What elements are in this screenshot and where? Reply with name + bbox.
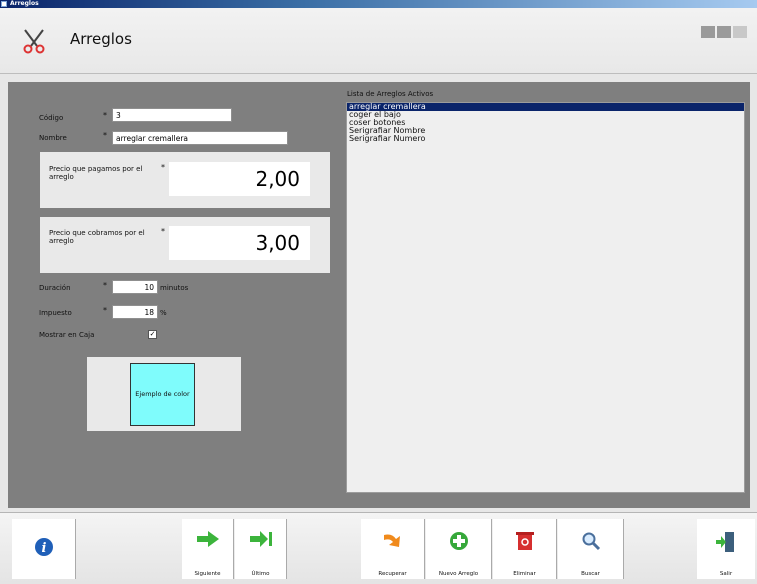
- header: Arreglos: [0, 8, 757, 74]
- duracion-label: Duración: [39, 284, 71, 292]
- info-icon: i: [34, 538, 53, 556]
- impuesto-unit: %: [160, 309, 167, 317]
- window-controls: [699, 26, 747, 40]
- arrow-last-icon: [249, 531, 272, 547]
- siguiente-button[interactable]: Siguiente: [182, 519, 234, 579]
- duracion-field[interactable]: 10: [112, 280, 158, 294]
- maximize-icon[interactable]: [717, 26, 731, 38]
- precio-cobramos-required-mark: *: [161, 227, 165, 236]
- minimize-icon[interactable]: [701, 26, 715, 38]
- precio-pagamos-required-mark: *: [161, 163, 165, 172]
- list-item[interactable]: arreglar cremallera: [347, 103, 744, 111]
- arreglos-list[interactable]: arreglar cremallera coger el bajo coser …: [346, 102, 745, 493]
- codigo-field[interactable]: 3: [112, 108, 232, 122]
- app-icon: [1, 1, 7, 7]
- scissors-icon: [23, 29, 45, 54]
- nuevo-arreglo-label: Nuevo Arreglo: [438, 571, 479, 577]
- list-item[interactable]: Serigrafiar Numero: [347, 135, 744, 143]
- trash-icon: [515, 532, 534, 550]
- salir-label: Salir: [719, 571, 733, 577]
- arrow-right-icon: [196, 531, 219, 547]
- precio-pagamos-label: Precio que pagamos por el arreglo: [49, 165, 143, 181]
- salir-button[interactable]: Salir: [697, 519, 755, 579]
- precio-pagamos-field[interactable]: 2,00: [169, 162, 310, 196]
- info-button[interactable]: i: [12, 519, 76, 579]
- page-title: Arreglos: [70, 30, 132, 48]
- ultimo-button[interactable]: Último: [235, 519, 287, 579]
- impuesto-required-mark: *: [103, 306, 107, 315]
- recuperar-button[interactable]: Recuperar: [361, 519, 425, 579]
- bottom-toolbar: i Siguiente Último Recuperar Nuevo Arreg…: [0, 512, 757, 584]
- nombre-required-mark: *: [103, 131, 107, 140]
- impuesto-field[interactable]: 18: [112, 305, 158, 319]
- nombre-label: Nombre: [39, 134, 67, 142]
- duracion-unit: minutos: [160, 284, 189, 292]
- siguiente-label: Siguiente: [194, 571, 221, 577]
- add-icon: [449, 532, 468, 550]
- impuesto-label: Impuesto: [39, 309, 72, 317]
- recover-arrow-icon: [383, 534, 400, 547]
- ultimo-label: Último: [251, 571, 270, 577]
- exit-door-icon: [716, 532, 734, 552]
- list-title: Lista de Arreglos Activos: [347, 90, 434, 98]
- window-title: Arreglos: [10, 0, 39, 7]
- buscar-label: Buscar: [581, 571, 600, 577]
- mostrar-caja-label: Mostrar en Caja: [39, 331, 95, 339]
- precio-cobramos-label: Precio que cobramos por el arreglo: [49, 229, 145, 245]
- buscar-button[interactable]: Buscar: [558, 519, 624, 579]
- list-item[interactable]: coger el bajo: [347, 111, 744, 119]
- codigo-required-mark: *: [103, 111, 107, 120]
- nuevo-arreglo-button[interactable]: Nuevo Arreglo: [426, 519, 492, 579]
- window-titlebar: Arreglos: [0, 0, 757, 8]
- nombre-field[interactable]: arreglar cremallera: [112, 131, 288, 145]
- codigo-label: Código: [39, 114, 64, 122]
- search-icon: [582, 532, 600, 551]
- color-swatch[interactable]: Ejemplo de color: [130, 363, 195, 426]
- precio-cobramos-field[interactable]: 3,00: [169, 226, 310, 260]
- close-icon[interactable]: [733, 26, 747, 38]
- svg-text:i: i: [41, 541, 46, 556]
- duracion-required-mark: *: [103, 281, 107, 290]
- recuperar-label: Recuperar: [378, 571, 407, 577]
- eliminar-button[interactable]: Eliminar: [493, 519, 557, 579]
- eliminar-label: Eliminar: [513, 571, 536, 577]
- mostrar-caja-checkbox[interactable]: ✓: [148, 330, 157, 339]
